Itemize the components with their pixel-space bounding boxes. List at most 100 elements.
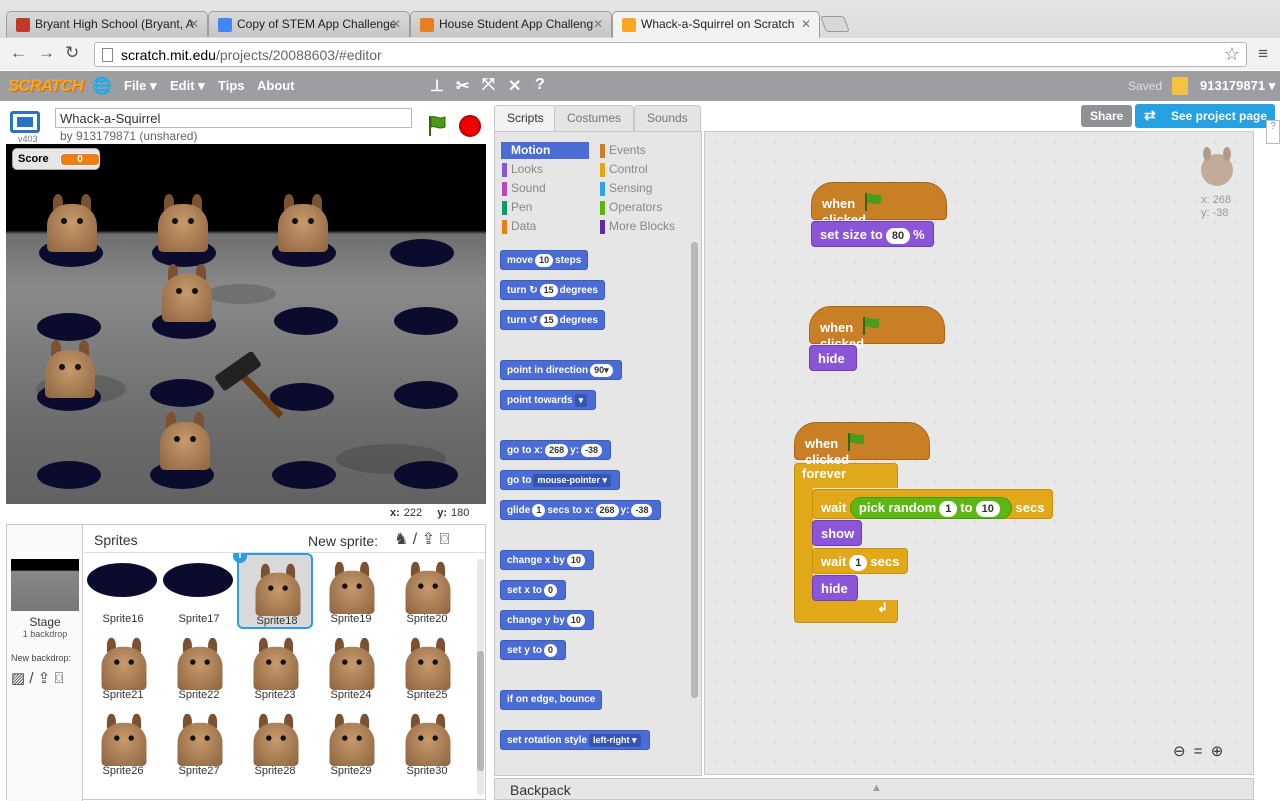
share-button[interactable]: Share bbox=[1081, 105, 1133, 127]
block-turn-ccw[interactable]: turn ↺ 15 degrees bbox=[500, 310, 605, 330]
sprite-tile[interactable]: Sprite29 bbox=[313, 705, 389, 781]
back-icon[interactable]: ← bbox=[10, 43, 27, 63]
sprite-tile[interactable]: Sprite19 bbox=[313, 553, 389, 629]
camera-backdrop-icon[interactable]: ⌼ bbox=[54, 670, 63, 687]
green-flag-icon[interactable] bbox=[426, 114, 448, 138]
tips-link[interactable]: Tips bbox=[218, 78, 245, 93]
wait-random-block[interactable]: wait pick random 1 to 10 secs bbox=[812, 489, 1054, 519]
show-block[interactable]: show bbox=[812, 520, 862, 546]
category-operators[interactable]: Operators bbox=[599, 199, 687, 216]
when-flag-clicked-hat-1[interactable]: whenclicked bbox=[811, 182, 947, 227]
squirrel-sprite[interactable] bbox=[152, 192, 214, 252]
tab-costumes[interactable]: Costumes bbox=[554, 105, 635, 131]
edit-menu[interactable]: Edit ▾ bbox=[170, 78, 205, 94]
sprite-tile[interactable]: Sprite24 bbox=[313, 629, 389, 705]
expand-up-icon[interactable]: ▲ bbox=[871, 782, 882, 794]
squirrel-sprite[interactable] bbox=[154, 410, 216, 470]
see-project-page-button[interactable]: ⇄ See project page bbox=[1135, 104, 1276, 128]
camera-sprite-icon[interactable]: ⌼ bbox=[440, 531, 450, 548]
hammer-sprite[interactable] bbox=[211, 352, 291, 422]
sprite-list-scrollbar[interactable] bbox=[477, 559, 484, 795]
wait-secs-block[interactable]: wait 1 secs bbox=[812, 548, 909, 574]
sprite-tile[interactable]: Sprite21 bbox=[85, 629, 161, 705]
zoom-in-icon[interactable]: ⊕ bbox=[1211, 743, 1224, 760]
paint-backdrop-icon[interactable]: ▨ bbox=[11, 670, 25, 687]
upload-backdrop-icon[interactable]: ⇪ bbox=[38, 670, 51, 687]
forward-icon[interactable]: → bbox=[38, 43, 55, 63]
upload-sprite-icon[interactable]: ⇪ bbox=[422, 531, 435, 548]
stop-sign-icon[interactable] bbox=[459, 115, 481, 137]
block-move-steps[interactable]: move 10 steps bbox=[500, 250, 589, 270]
tab-close-icon[interactable]: ✕ bbox=[391, 17, 401, 31]
browser-tab-2[interactable]: Copy of STEM App Challenge ✕ bbox=[208, 11, 410, 37]
block-goto-xy[interactable]: go to x: 268 y: -38 bbox=[500, 440, 612, 460]
new-tab-button[interactable] bbox=[820, 16, 850, 32]
sprite-tile[interactable]: Sprite30 bbox=[389, 705, 465, 781]
category-data[interactable]: Data bbox=[501, 218, 589, 235]
tab-close-icon[interactable]: ✕ bbox=[593, 17, 603, 31]
tab-close-icon[interactable]: ✕ bbox=[801, 17, 811, 31]
sprite-tile[interactable]: Sprite27 bbox=[161, 705, 237, 781]
scrollbar-thumb[interactable] bbox=[477, 651, 484, 771]
category-sensing[interactable]: Sensing bbox=[599, 180, 687, 197]
user-folder-icon[interactable] bbox=[1172, 77, 1188, 95]
category-events[interactable]: Events bbox=[599, 142, 687, 159]
library-sprite-icon[interactable]: ♞ bbox=[394, 531, 408, 548]
help-side-tab[interactable]: ? bbox=[1266, 120, 1280, 144]
block-turn-cw[interactable]: turn ↻ 15 degrees bbox=[500, 280, 605, 300]
palette-scrollbar[interactable] bbox=[691, 242, 698, 698]
brush-backdrop-icon[interactable]: / bbox=[29, 670, 33, 687]
backpack-bar[interactable]: Backpack ▲ bbox=[494, 778, 1254, 800]
block-bounce[interactable]: if on edge, bounce bbox=[500, 690, 603, 710]
scratch-logo[interactable]: SCRATCH bbox=[8, 76, 84, 96]
grow-icon[interactable]: ⤧ bbox=[482, 76, 495, 94]
tab-close-icon[interactable]: ✕ bbox=[189, 17, 199, 31]
zoom-out-icon[interactable]: ⊖ bbox=[1173, 743, 1186, 760]
block-goto[interactable]: go to mouse-pointer ▾ bbox=[500, 470, 620, 490]
block-glide[interactable]: glide 1 secs to x: 268 y: -38 bbox=[500, 500, 662, 520]
language-globe-icon[interactable]: 🌐 bbox=[92, 76, 112, 96]
about-link[interactable]: About bbox=[257, 78, 295, 93]
browser-menu-icon[interactable]: ≡ bbox=[1258, 44, 1268, 64]
sprite-tile[interactable]: Sprite25 bbox=[389, 629, 465, 705]
browser-tab-4[interactable]: Whack-a-Squirrel on Scratch ✕ bbox=[612, 11, 820, 39]
squirrel-sprite[interactable] bbox=[41, 192, 103, 252]
browser-tab-3[interactable]: House Student App Challeng ✕ bbox=[410, 11, 612, 37]
sprite-tile[interactable]: Sprite28 bbox=[237, 705, 313, 781]
tab-sounds[interactable]: Sounds bbox=[634, 105, 701, 131]
stage-canvas[interactable]: Score 0 bbox=[6, 144, 486, 504]
category-control[interactable]: Control bbox=[599, 161, 687, 178]
set-size-block[interactable]: set size to 80% bbox=[811, 221, 934, 247]
sprite-tile[interactable]: Sprite23 bbox=[237, 629, 313, 705]
squirrel-sprite[interactable] bbox=[39, 338, 101, 398]
bookmark-star-icon[interactable]: ☆ bbox=[1224, 44, 1240, 65]
block-set-y[interactable]: set y to 0 bbox=[500, 640, 567, 660]
score-monitor[interactable]: Score 0 bbox=[12, 148, 100, 170]
category-more-blocks[interactable]: More Blocks bbox=[599, 218, 687, 235]
block-help-icon[interactable]: ? bbox=[535, 76, 545, 94]
category-sound[interactable]: Sound bbox=[501, 180, 589, 197]
sprite-info-icon[interactable]: i bbox=[233, 553, 247, 563]
fullscreen-icon[interactable] bbox=[10, 111, 40, 133]
hide-block-1[interactable]: hide bbox=[809, 345, 857, 371]
sprite-tile[interactable]: Sprite22 bbox=[161, 629, 237, 705]
browser-tab-1[interactable]: Bryant High School (Bryant, A ✕ bbox=[6, 11, 208, 37]
block-set-x[interactable]: set x to 0 bbox=[500, 580, 567, 600]
block-rotation-style[interactable]: set rotation style left-right ▾ bbox=[500, 730, 650, 750]
duplicate-stamp-icon[interactable]: ⊥ bbox=[430, 76, 444, 96]
sprite-tile[interactable]: Sprite17 bbox=[161, 553, 237, 629]
hide-block-2[interactable]: hide bbox=[812, 575, 858, 601]
tab-scripts[interactable]: Scripts bbox=[494, 105, 557, 132]
shrink-icon[interactable]: ✕ bbox=[508, 76, 521, 96]
stage-thumbnail[interactable] bbox=[11, 559, 79, 611]
file-menu[interactable]: File ▾ bbox=[124, 78, 157, 94]
block-point-direction[interactable]: point in direction 90▾ bbox=[500, 360, 622, 380]
delete-scissors-icon[interactable]: ✂ bbox=[456, 76, 469, 96]
sprite-tile[interactable]: Sprite18 i bbox=[233, 553, 313, 629]
squirrel-sprite[interactable] bbox=[156, 262, 218, 322]
category-looks[interactable]: Looks bbox=[501, 161, 589, 178]
project-title-input[interactable] bbox=[55, 108, 412, 128]
scripts-area[interactable]: whenclicked set size to 80% whenclicked h… bbox=[704, 131, 1254, 775]
username-menu[interactable]: 913179871 ▾ bbox=[1200, 78, 1275, 94]
zoom-reset-icon[interactable]: = bbox=[1194, 743, 1203, 760]
